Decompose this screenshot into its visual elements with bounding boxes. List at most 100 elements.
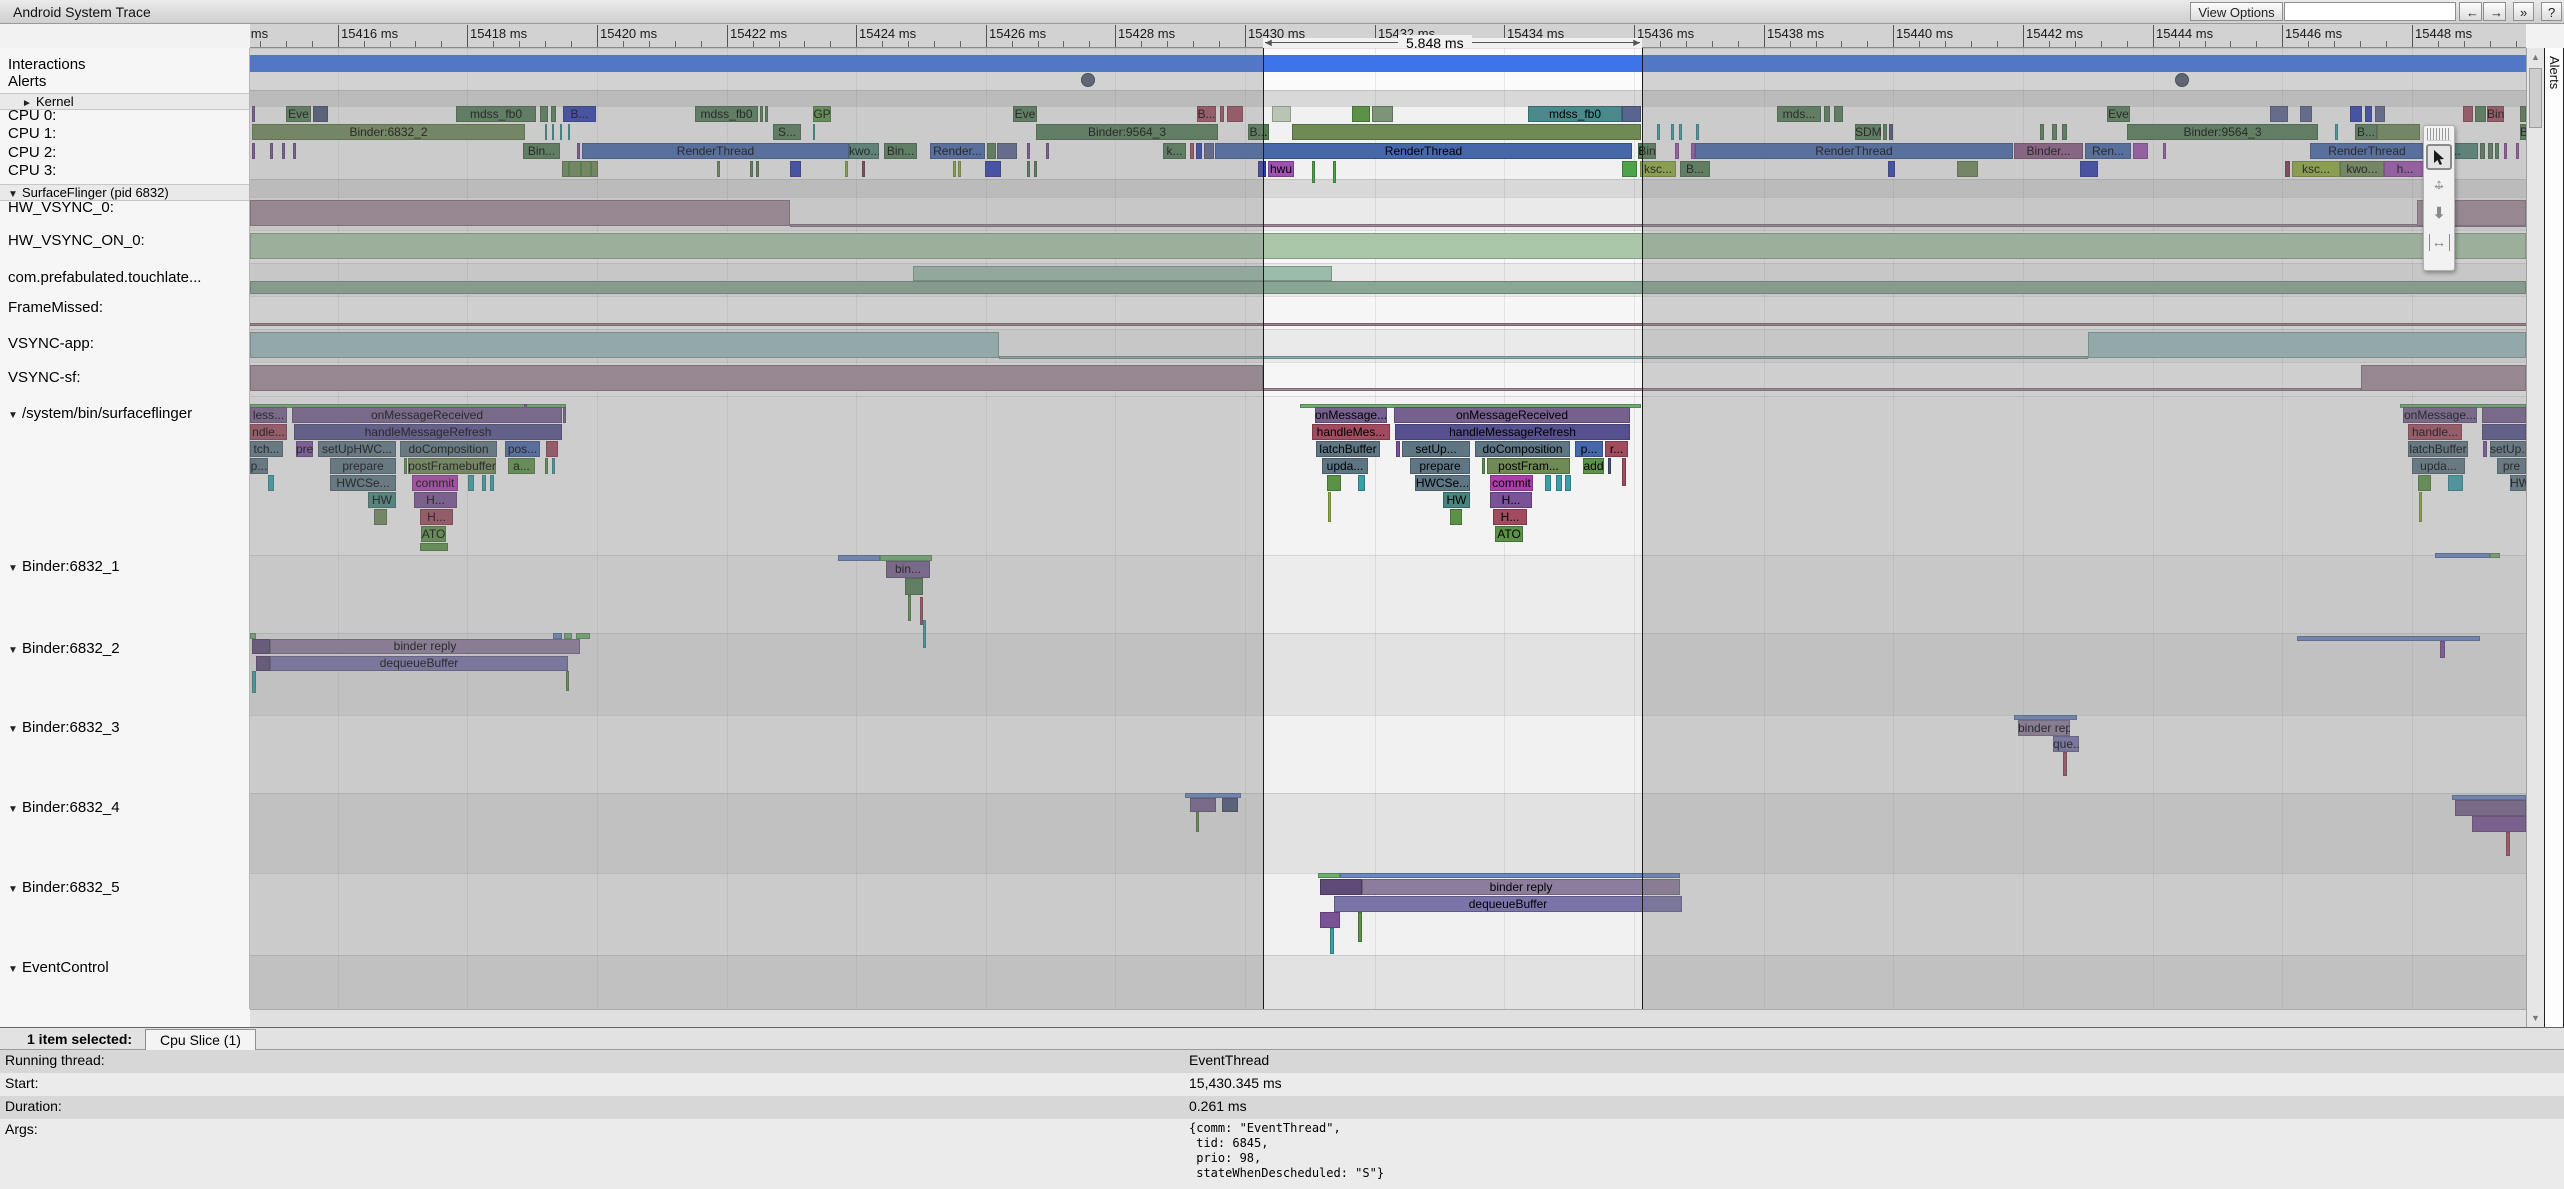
trace-slice-sliver[interactable]	[468, 475, 474, 491]
trace-slice[interactable]: onMessage...	[2403, 407, 2477, 423]
trace-slice[interactable]: Bin...	[884, 143, 917, 159]
trace-slice[interactable]: upda...	[2412, 458, 2465, 474]
trace-slice-sliver[interactable]	[2285, 161, 2290, 177]
trace-slice[interactable]: pre	[296, 441, 313, 457]
trace-slice-sliver[interactable]	[568, 161, 570, 177]
trace-slice-sliver[interactable]	[1888, 161, 1895, 177]
trace-slice-sliver[interactable]	[1834, 106, 1843, 122]
trace-slice-sliver[interactable]	[862, 161, 865, 177]
nav-skip-button[interactable]: »	[2513, 2, 2534, 21]
trace-slice[interactable]: mdss_fb0	[456, 106, 536, 122]
vertical-scrollbar-thumb[interactable]	[2529, 68, 2542, 128]
horizontal-scrollbar[interactable]	[250, 1009, 2526, 1027]
trace-slice-sliver[interactable]	[1372, 106, 1393, 122]
trace-slice[interactable]: dequeueBuffer	[270, 656, 568, 671]
trace-slice-sliver[interactable]	[552, 458, 555, 474]
scroll-up-icon[interactable]: ▲	[2527, 48, 2544, 66]
trace-slice-sliver[interactable]	[1352, 106, 1370, 122]
timing-tool-button[interactable]: ↔	[2426, 231, 2452, 257]
trace-slice-sliver[interactable]	[908, 595, 911, 621]
trace-slice[interactable]: ksc...	[1640, 161, 1676, 177]
trace-slice-sliver[interactable]	[999, 356, 2088, 359]
vertical-scrollbar[interactable]: ▲ ▼	[2526, 48, 2544, 1027]
trace-slice-sliver[interactable]	[2516, 143, 2519, 159]
trace-slice-sliver[interactable]	[1671, 124, 1674, 140]
trace-slice-sliver[interactable]	[2361, 365, 2526, 391]
trace-slice[interactable]: H...	[1490, 492, 1532, 508]
nav-back-button[interactable]: ←	[2459, 2, 2482, 21]
trace-slice-sliver[interactable]	[2350, 106, 2362, 122]
track-label-hw-vsync-0-[interactable]: HW_VSYNC_0:	[0, 198, 250, 220]
trace-slice[interactable]: Ren...	[2085, 143, 2131, 159]
trace-slice-sliver[interactable]	[250, 281, 2526, 294]
trace-slice-sliver[interactable]	[545, 458, 548, 474]
trace-slice-sliver[interactable]	[750, 161, 753, 177]
expand-arrow-icon[interactable]: ▼	[8, 641, 22, 661]
trace-slice-sliver[interactable]	[2488, 143, 2493, 159]
trace-slice-sliver[interactable]	[1608, 458, 1611, 474]
alert-dot[interactable]	[2175, 73, 2189, 87]
trace-slice-sliver[interactable]	[250, 200, 790, 226]
trace-slice[interactable]: H...	[420, 509, 453, 525]
trace-slice[interactable]: ndle...	[250, 424, 287, 440]
trace-slice-sliver[interactable]	[1272, 106, 1291, 122]
trace-slice-sliver[interactable]	[2472, 816, 2526, 832]
trace-slice-sliver[interactable]	[1312, 161, 1315, 183]
trace-slice-sliver[interactable]	[1328, 492, 1331, 522]
trace-slice[interactable]: pre	[2497, 458, 2526, 474]
trace-slice[interactable]: p...	[250, 458, 268, 474]
trace-slice-sliver[interactable]	[2495, 143, 2499, 159]
trace-slice[interactable]: HW	[1443, 492, 1470, 508]
trace-slice[interactable]: mds...	[1777, 106, 1821, 122]
trace-slice-sliver[interactable]	[2300, 106, 2312, 122]
trace-slice-sliver[interactable]	[2052, 124, 2057, 140]
interactions-bar[interactable]	[250, 55, 2526, 72]
trace-slice-sliver[interactable]	[313, 106, 328, 122]
trace-slice-sliver[interactable]	[2080, 161, 2098, 177]
trace-slice[interactable]: B...	[2355, 124, 2377, 140]
trace-slice-sliver[interactable]	[566, 671, 569, 691]
trace-slice-sliver[interactable]	[1679, 124, 1682, 140]
trace-slice[interactable]: mdss_fb0	[1528, 106, 1622, 122]
trace-slice[interactable]: tch...	[250, 441, 283, 457]
trace-slice[interactable]: binder reply	[270, 639, 580, 654]
trace-slice[interactable]: B...	[563, 106, 596, 122]
trace-slice-sliver[interactable]	[985, 161, 1001, 177]
track-label-alerts[interactable]: Alerts	[0, 72, 250, 94]
search-input[interactable]	[2284, 2, 2456, 21]
trace-slice[interactable]: doComposition	[400, 441, 497, 457]
trace-slice-sliver[interactable]	[2040, 124, 2044, 140]
trace-slice-sliver[interactable]	[913, 266, 1332, 281]
trace-slice-sliver[interactable]	[1263, 388, 2361, 391]
expand-arrow-icon[interactable]: ▼	[8, 880, 22, 900]
trace-slice-sliver[interactable]	[2419, 492, 2422, 522]
trace-slice-sliver[interactable]	[997, 143, 1017, 159]
selection-start-line[interactable]	[1263, 48, 1264, 1009]
track-label-binder-6832-4[interactable]: ▼Binder:6832_4	[0, 798, 250, 820]
trace-slice[interactable]: SDM	[1855, 124, 1881, 140]
trace-slice[interactable]: ksc...	[2292, 161, 2340, 177]
trace-slice-sliver[interactable]	[790, 224, 2526, 227]
trace-slice-sliver[interactable]	[270, 143, 273, 159]
trace-slice[interactable]: RenderThread	[582, 143, 849, 159]
trace-slice-sliver[interactable]	[1220, 106, 1224, 122]
trace-slice-sliver[interactable]	[1046, 143, 1049, 159]
trace-slice-sliver[interactable]	[1482, 458, 1485, 474]
trace-slice[interactable]: k...	[1163, 143, 1186, 159]
trace-slice[interactable]: Eve	[1013, 106, 1037, 122]
scroll-down-icon[interactable]: ▼	[2527, 1009, 2544, 1027]
trace-slice-sliver[interactable]	[540, 106, 548, 122]
trace-slice-sliver[interactable]	[2455, 800, 2526, 816]
trace-slice-sliver[interactable]	[1027, 161, 1030, 177]
trace-slice-sliver[interactable]	[1883, 124, 1887, 140]
trace-slice[interactable]: H...	[1493, 509, 1527, 525]
pan-tool-button[interactable]: ↔↕	[2426, 173, 2452, 199]
trace-slice-sliver[interactable]	[1320, 912, 1340, 928]
trace-slice-sliver[interactable]	[1358, 912, 1362, 942]
trace-slice[interactable]: ATO	[421, 526, 446, 542]
track-label-com-prefabulated-touchlate-[interactable]: com.prefabulated.touchlate...	[0, 268, 250, 290]
tab-cpu-slice[interactable]: Cpu Slice (1)	[145, 1029, 256, 1050]
trace-slice-sliver[interactable]	[953, 161, 956, 177]
trace-slice-sliver[interactable]	[838, 555, 880, 561]
nav-forward-button[interactable]: →	[2483, 2, 2506, 21]
